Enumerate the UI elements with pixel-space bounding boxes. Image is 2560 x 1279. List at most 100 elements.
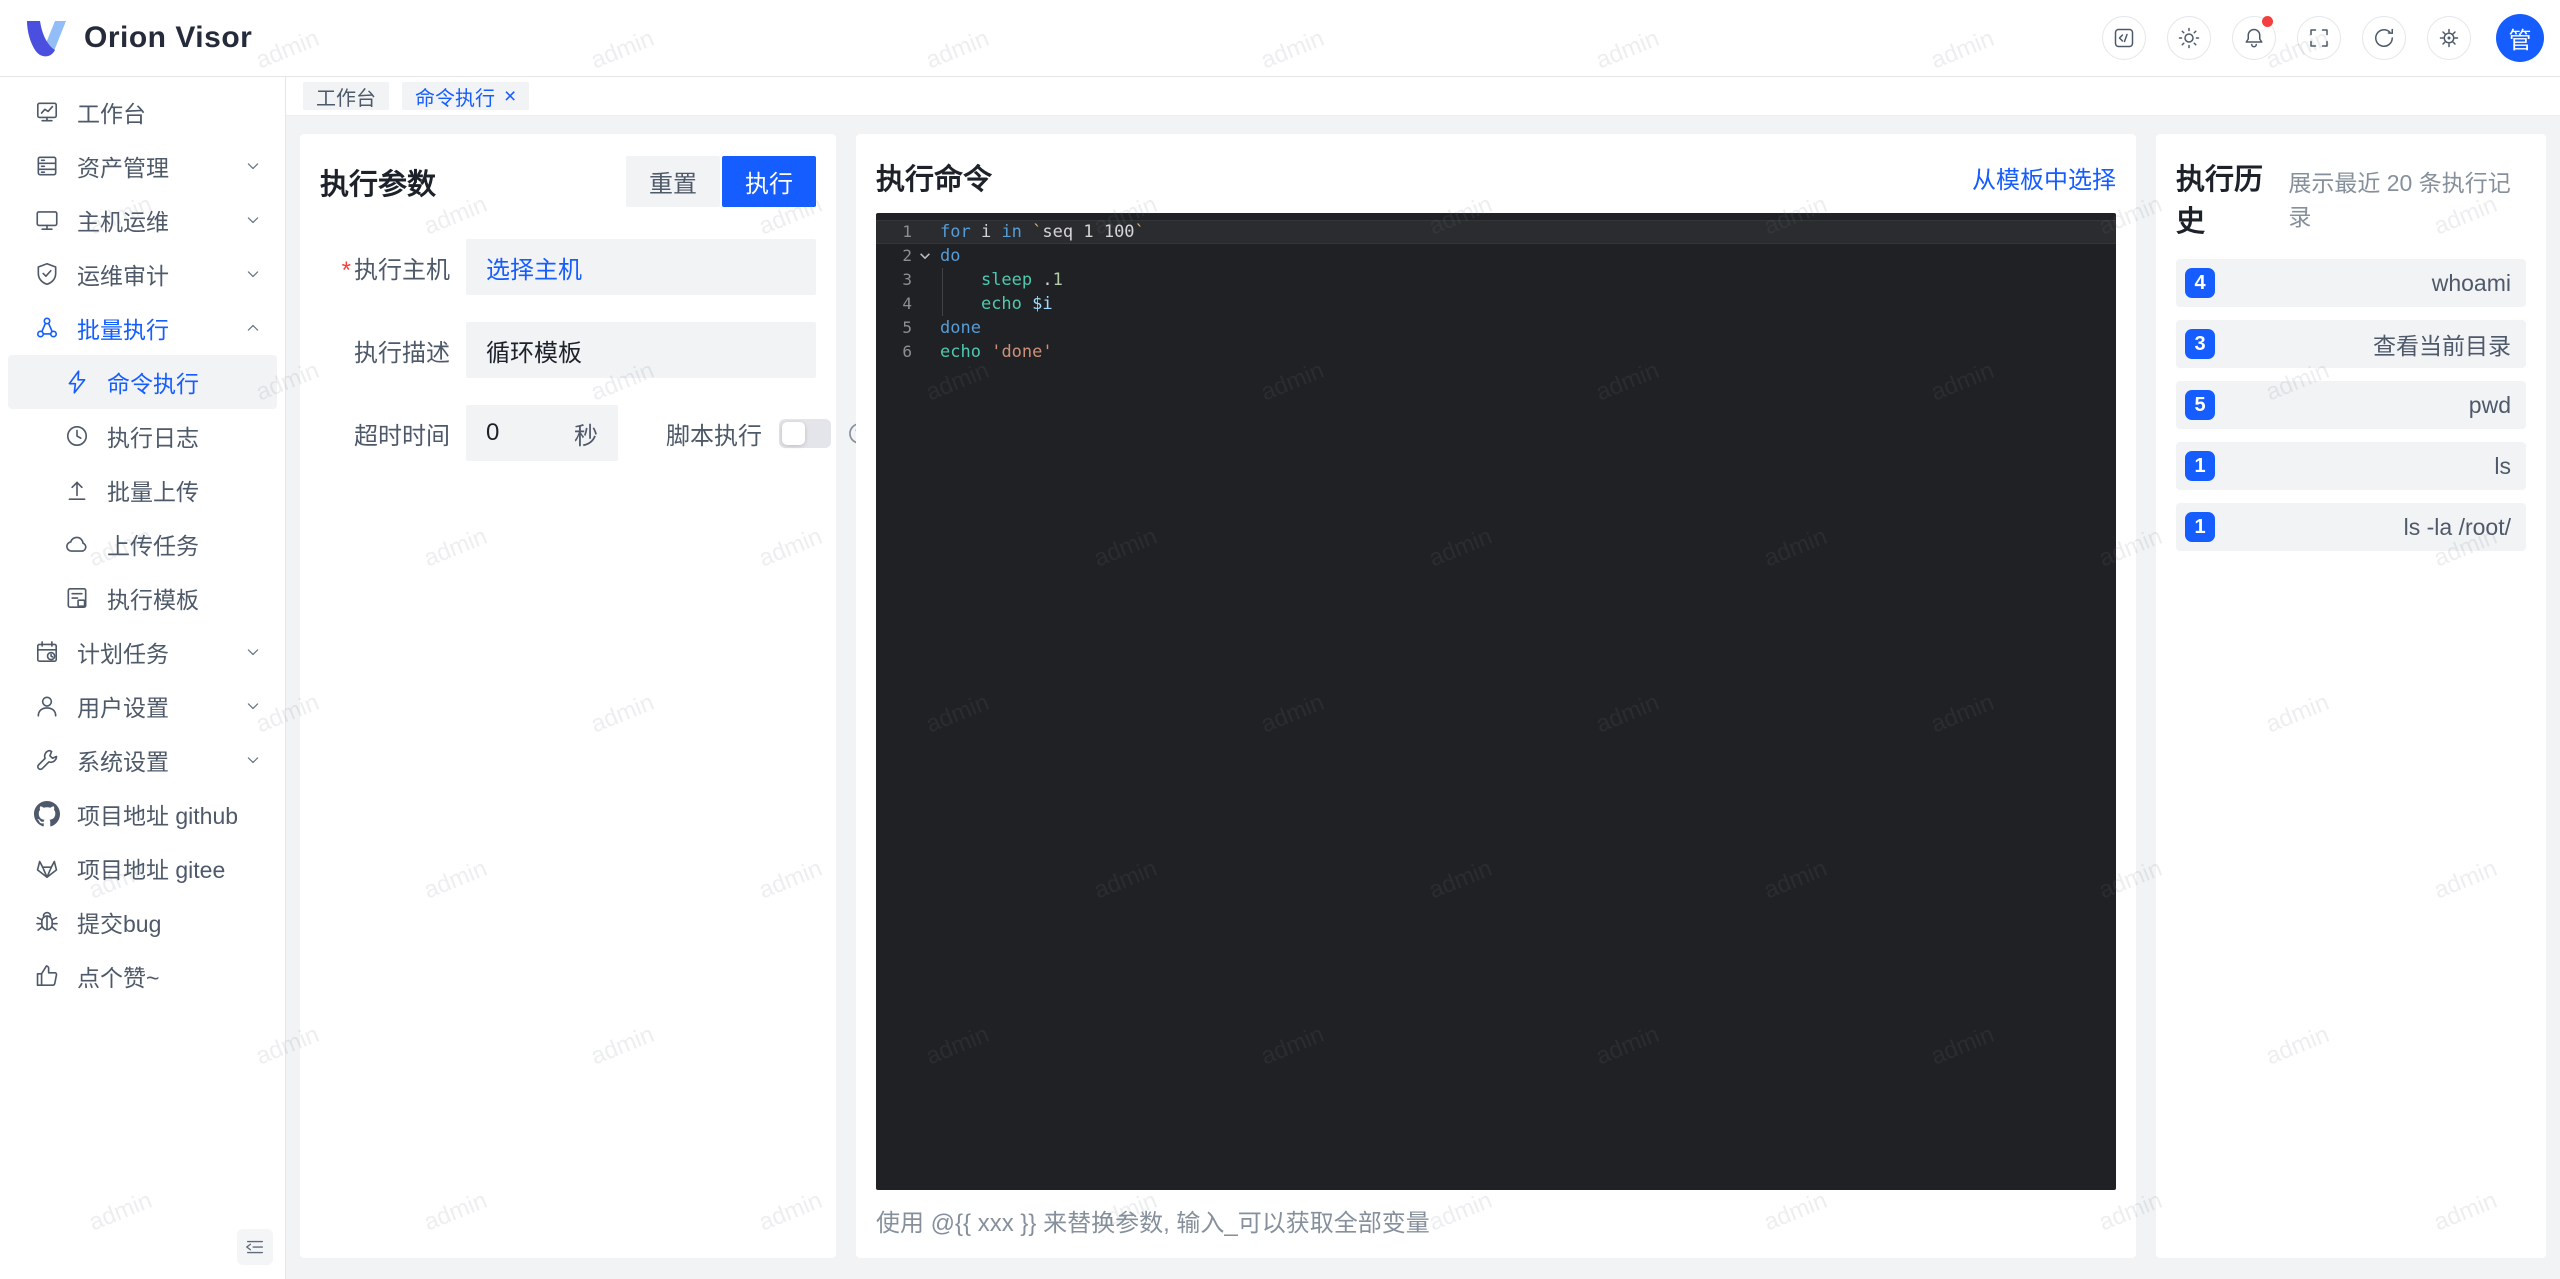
fold-slot: [912, 292, 938, 316]
fullscreen-button[interactable]: [2297, 16, 2341, 60]
tab-label: 命令执行: [415, 87, 495, 110]
code-line[interactable]: 3 sleep .1: [876, 268, 2116, 292]
thumbsup-icon: [34, 963, 60, 989]
fold-slot: [912, 268, 938, 292]
timeout-suffix: 秒: [574, 422, 598, 450]
script-exec-toggle[interactable]: [779, 418, 831, 448]
sidebar-item-用户设置[interactable]: 用户设置: [0, 679, 285, 733]
theme-button[interactable]: [2167, 16, 2211, 60]
code-editor[interactable]: 1 for i in `seq 1 100` 2 do 3 sleep .1 4 echo…: [876, 213, 2116, 1190]
exec-host-label: 执行主机: [320, 250, 450, 285]
tab-工作台[interactable]: 工作台: [303, 82, 389, 110]
sidebar-subitem-命令执行[interactable]: 命令执行: [8, 355, 277, 409]
notifications-button[interactable]: [2232, 16, 2276, 60]
clock-icon: [64, 423, 90, 449]
exec-params-panel: 执行参数 重置 执行 执行主机 选择主机 执行描述: [300, 134, 870, 1258]
code-line[interactable]: 4 echo $i: [876, 292, 2116, 316]
header-actions: 管: [2102, 14, 2544, 62]
sidebar-item-批量执行[interactable]: 批量执行: [0, 301, 285, 355]
editor-hint: 使用 @{{ xxx }} 来替换参数, 输入_可以获取全部变量: [876, 1210, 1430, 1237]
settings-icon: [2437, 26, 2461, 50]
fold-slot: [912, 316, 938, 340]
history-item[interactable]: 3 查看当前目录: [2176, 320, 2526, 368]
sidebar-item-label: 点个赞~: [77, 965, 160, 991]
history-count-badge: 1: [2185, 512, 2215, 542]
code-text: echo $i: [938, 292, 2116, 316]
code-line[interactable]: 5 done: [876, 316, 2116, 340]
chevron-down-icon: [243, 642, 263, 662]
sidebar-item-点个赞~[interactable]: 点个赞~: [0, 949, 285, 1003]
code-snippet-button[interactable]: [2102, 16, 2146, 60]
chevron-down-icon: [243, 264, 263, 284]
sidebar-item-项目地址-github[interactable]: 项目地址 github: [0, 787, 285, 841]
app-header: Orion Visor 管: [0, 0, 2560, 77]
sidebar-item-资产管理[interactable]: 资产管理: [0, 139, 285, 193]
sidebar-item-label: 资产管理: [77, 155, 169, 181]
tab-bar: 工作台 命令执行 ×: [286, 77, 2560, 116]
line-number: 3: [902, 270, 912, 289]
sidebar-item-计划任务[interactable]: 计划任务: [0, 625, 285, 679]
sidebar-item-主机运维[interactable]: 主机运维: [0, 193, 285, 247]
sidebar-subitem-批量上传[interactable]: 批量上传: [8, 463, 277, 517]
history-item[interactable]: 1 ls: [2176, 442, 2526, 490]
exec-desc-input[interactable]: 循环模板: [466, 322, 816, 378]
select-from-template-link[interactable]: 从模板中选择: [1972, 160, 2116, 195]
reset-button[interactable]: 重置: [626, 156, 720, 207]
sidebar-item-提交bug[interactable]: 提交bug: [0, 895, 285, 949]
sidebar-item-项目地址-gitee[interactable]: 项目地址 gitee: [0, 841, 285, 895]
fullscreen-icon: [2307, 26, 2331, 50]
sidebar-subitem-上传任务[interactable]: 上传任务: [8, 517, 277, 571]
params-panel-title: 执行参数: [320, 168, 437, 201]
history-item[interactable]: 1 ls -la /root/: [2176, 503, 2526, 551]
sidebar-subitem-执行日志[interactable]: 执行日志: [8, 409, 277, 463]
code-text: echo 'done': [940, 342, 1053, 362]
exec-desc-label: 执行描述: [354, 339, 450, 367]
history-command: ls: [2494, 452, 2511, 479]
sidebar-collapse-button[interactable]: [237, 1229, 273, 1265]
line-number: 2: [902, 246, 912, 265]
timeout-value: 0: [486, 419, 500, 446]
run-button[interactable]: 执行: [722, 156, 816, 207]
code-line[interactable]: 2 do: [876, 244, 2116, 268]
settings-button[interactable]: [2427, 16, 2471, 60]
timeout-input[interactable]: 0 秒: [466, 405, 618, 461]
cluster-icon: [34, 315, 60, 341]
command-panel-title: 执行命令: [876, 164, 993, 196]
dashboard-icon: [34, 99, 60, 125]
sidebar-item-工作台[interactable]: 工作台: [0, 85, 285, 139]
sidebar-item-label: 项目地址 gitee: [77, 857, 226, 883]
notifications-icon: [2242, 26, 2266, 50]
sidebar-subitem-label: 执行模板: [107, 587, 199, 613]
history-item[interactable]: 4 whoami: [2176, 259, 2526, 307]
toggle-knob: [782, 421, 805, 445]
exec-command-panel: 执行命令 从模板中选择 1 for i in `seq 1 100` 2 do 3 sl…: [856, 134, 2136, 1258]
sidebar: 工作台资产管理主机运维 运维审计 批量执行 命令执行 执行日志 批量上传 上传任务执行模板计…: [0, 77, 286, 1279]
wrench-icon: [34, 747, 60, 773]
history-command: 查看当前目录: [2373, 333, 2511, 359]
sidebar-item-运维审计[interactable]: 运维审计: [0, 247, 285, 301]
page-body: 执行参数 重置 执行 执行主机 选择主机 执行描述: [286, 116, 2560, 1279]
app-logo[interactable]: Orion Visor: [24, 18, 252, 58]
user-avatar[interactable]: 管: [2496, 14, 2544, 62]
code-line[interactable]: 1 for i in `seq 1 100`: [876, 220, 2116, 244]
exec-host-field[interactable]: 选择主机: [466, 239, 816, 295]
theme-icon: [2177, 26, 2201, 50]
tab-close-icon[interactable]: ×: [504, 86, 516, 107]
sidebar-subitem-执行模板[interactable]: 执行模板: [8, 571, 277, 625]
history-item[interactable]: 5 pwd: [2176, 381, 2526, 429]
server-icon: [34, 153, 60, 179]
tab-命令执行[interactable]: 命令执行 ×: [402, 82, 530, 110]
fold-slot: [912, 340, 938, 364]
fold-chevron-icon[interactable]: [912, 244, 938, 268]
calendar-icon: [34, 639, 60, 665]
history-subtitle: 展示最近 20 条执行记录: [2288, 170, 2511, 230]
code-text: done: [940, 318, 981, 338]
sidebar-item-label: 提交bug: [77, 911, 162, 937]
refresh-button[interactable]: [2362, 16, 2406, 60]
select-host-link[interactable]: 选择主机: [486, 250, 582, 285]
code-line[interactable]: 6 echo 'done': [876, 340, 2116, 364]
tab-label: 工作台: [316, 87, 376, 110]
history-list: 4 whoami 3 查看当前目录 5 pwd 1 ls 1 ls -la /root/: [2176, 259, 2526, 551]
exec-desc-value: 循环模板: [486, 339, 582, 367]
sidebar-item-系统设置[interactable]: 系统设置: [0, 733, 285, 787]
